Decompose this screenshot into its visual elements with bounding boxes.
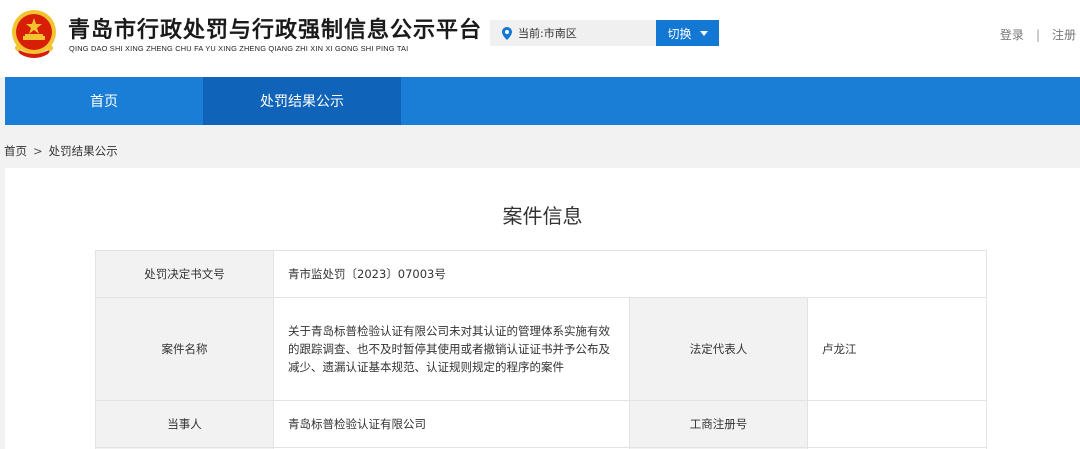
reg-no-value: [807, 400, 987, 448]
case-name-value: 关于青岛标普检验认证有限公司未对其认证的管理体系实施有效的跟踪调查、也不及时暂停…: [273, 297, 630, 401]
national-emblem-icon: [12, 10, 56, 58]
nav-item-home[interactable]: 首页: [5, 77, 203, 125]
party-label: 当事人: [95, 400, 274, 448]
breadcrumb-current: 处罚结果公示: [48, 144, 118, 158]
switch-label: 切换: [667, 26, 692, 41]
case-panel: 案件信息 处罚决定书文号 青市监处罚〔2023〕07003号 案件名称 关于青岛…: [5, 168, 1080, 449]
switch-location-button[interactable]: 切换: [656, 20, 719, 46]
table-row: 当事人 青岛标普检验认证有限公司 工商注册号: [95, 400, 987, 448]
decision-no-label: 处罚决定书文号: [95, 250, 274, 298]
site-title: 青岛市行政处罚与行政强制信息公示平台: [68, 18, 483, 43]
site-subtitle: QING DAO SHI XING ZHENG CHU FA YU XING Z…: [69, 44, 409, 53]
case-title: 案件信息: [502, 204, 583, 228]
location-pin-icon: [502, 26, 512, 40]
auth-links: 登录 | 注册: [1000, 26, 1076, 43]
breadcrumb-home[interactable]: 首页: [4, 144, 27, 158]
legal-rep-value: 卢龙江: [807, 297, 987, 401]
auth-separator: |: [1035, 28, 1040, 42]
nav-item-penalty-results[interactable]: 处罚结果公示: [203, 77, 401, 125]
location-display: 当前:市南区: [490, 20, 656, 46]
login-link[interactable]: 登录: [1000, 28, 1024, 42]
table-row: 案件名称 关于青岛标普检验认证有限公司未对其认证的管理体系实施有效的跟踪调查、也…: [95, 297, 987, 401]
legal-rep-label: 法定代表人: [629, 297, 808, 401]
reg-no-label: 工商注册号: [629, 400, 808, 448]
main-nav: 首页 处罚结果公示: [5, 77, 1080, 125]
breadcrumb-separator: >: [33, 144, 43, 158]
breadcrumb: 首页 > 处罚结果公示: [4, 143, 118, 159]
decision-no-value: 青市监处罚〔2023〕07003号: [273, 250, 987, 298]
caret-down-icon: [699, 30, 708, 36]
register-link[interactable]: 注册: [1052, 28, 1076, 42]
table-row: 处罚决定书文号 青市监处罚〔2023〕07003号: [95, 250, 987, 298]
site-header: 青岛市行政处罚与行政强制信息公示平台 QING DAO SHI XING ZHE…: [0, 0, 1080, 77]
case-info-table: 处罚决定书文号 青市监处罚〔2023〕07003号 案件名称 关于青岛标普检验认…: [95, 250, 987, 449]
party-value: 青岛标普检验认证有限公司: [273, 400, 630, 448]
location-text: 当前:市南区: [518, 27, 577, 40]
case-name-label: 案件名称: [95, 297, 274, 401]
